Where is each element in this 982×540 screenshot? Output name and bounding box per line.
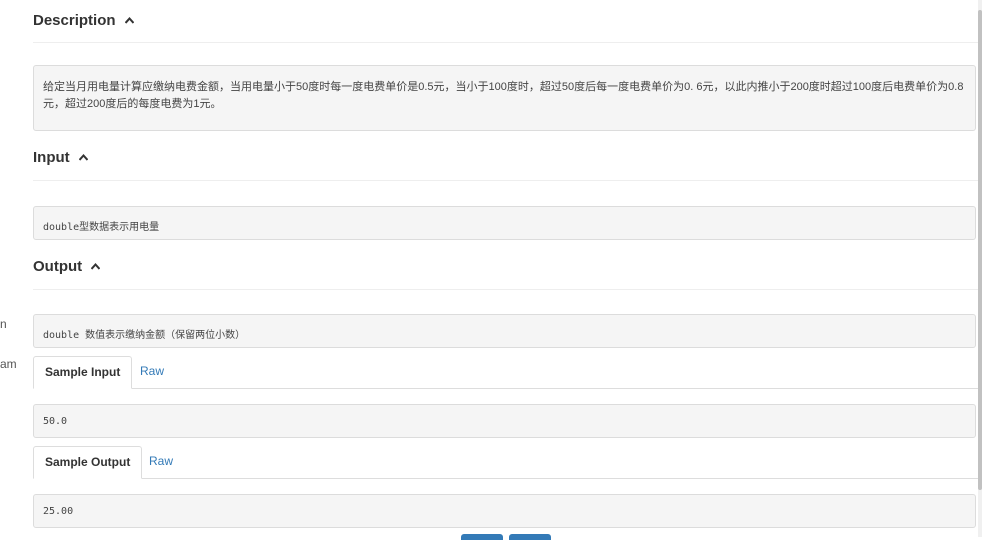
sample-output-tabs: Sample Output Raw — [33, 446, 978, 479]
input-header[interactable]: Input — [33, 140, 978, 181]
tab-sample-input[interactable]: Sample Input — [33, 356, 133, 389]
description-text: 给定当月用电量计算应缴纳电费金额，当用电量小于50度时每一度电费单价是0.5元，… — [43, 81, 964, 110]
sample-input-tabs: Sample Input Raw — [33, 356, 978, 389]
caret-up-icon[interactable] — [78, 154, 88, 161]
output-header[interactable]: Output — [33, 249, 978, 290]
problem-content: Description 给定当月用电量计算应缴纳电费金额，当用电量小于50度时每… — [33, 0, 978, 540]
sidebar-fragment-1: n — [0, 317, 7, 331]
status-button[interactable] — [509, 534, 551, 540]
output-box: double 数值表示缴纳金额（保留两位小数） — [33, 314, 976, 348]
sample-input-value: 50.0 — [43, 416, 68, 427]
sample-output-box: 25.00 — [33, 494, 976, 528]
description-box: 给定当月用电量计算应缴纳电费金额，当用电量小于50度时每一度电费单价是0.5元，… — [33, 65, 976, 131]
caret-up-icon[interactable] — [91, 263, 101, 270]
submit-button[interactable] — [461, 534, 503, 540]
caret-up-icon[interactable] — [124, 17, 134, 24]
sample-output-value: 25.00 — [43, 506, 74, 517]
output-title: Output — [33, 258, 83, 275]
input-title: Input — [33, 149, 70, 166]
scrollbar-thumb[interactable] — [978, 10, 982, 490]
tab-sample-input-raw[interactable]: Raw — [129, 356, 175, 388]
input-box: double型数据表示用电量 — [33, 206, 976, 240]
description-title: Description — [33, 12, 116, 29]
vertical-scrollbar[interactable] — [978, 0, 982, 537]
tab-sample-output[interactable]: Sample Output — [33, 446, 143, 479]
description-header[interactable]: Description — [33, 2, 978, 43]
tab-sample-output-raw[interactable]: Raw — [138, 446, 184, 478]
sidebar-fragment-2: am — [0, 357, 17, 371]
input-text: double型数据表示用电量 — [43, 222, 160, 233]
sample-input-box: 50.0 — [33, 404, 976, 438]
output-text: double 数值表示缴纳金额（保留两位小数） — [43, 330, 246, 341]
